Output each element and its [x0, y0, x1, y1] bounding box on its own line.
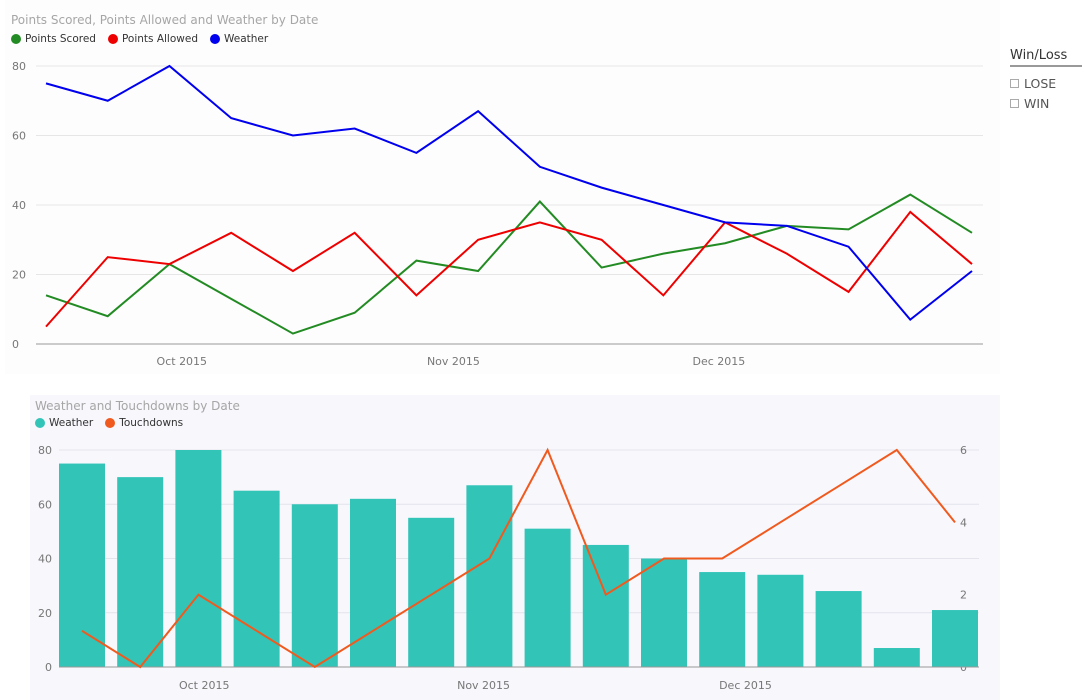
- y-tick-label: 0: [12, 338, 19, 351]
- bar-weather: [291, 504, 338, 667]
- slicer-item-label: WIN: [1024, 95, 1050, 111]
- slicer-item-win[interactable]: WIN: [1010, 93, 1082, 113]
- x-tick-label: Oct 2015: [157, 355, 208, 368]
- y-tick-label: 40: [12, 199, 26, 212]
- y-tick-label: 40: [38, 553, 52, 566]
- slicer-item-label: LOSE: [1024, 75, 1057, 91]
- bar-weather: [175, 450, 222, 667]
- y2-tick-label: 4: [960, 516, 967, 529]
- x-tick-label: Dec 2015: [693, 355, 746, 368]
- y-tick-label: 80: [12, 60, 26, 73]
- y-tick-label: 0: [45, 661, 52, 674]
- bar-weather: [641, 558, 687, 667]
- charts-svg: 0 20 40 60 80 Oct 2015 Nov 2015 Dec 2015 0 20 40 60…: [12, 60, 983, 692]
- slicer-item-lose[interactable]: LOSE: [1010, 73, 1082, 93]
- y-tick-label: 80: [38, 444, 52, 457]
- bar-weather: [699, 572, 746, 667]
- bar-weather: [408, 517, 455, 667]
- series-line-points-scored: [45, 193, 973, 335]
- x-tick-label: Oct 2015: [179, 679, 230, 692]
- bar-weather: [757, 574, 804, 667]
- x-tick-label: Nov 2015: [457, 679, 510, 692]
- bar-weather: [524, 528, 571, 667]
- y2-tick-label: 6: [960, 444, 967, 457]
- bar-weather: [466, 485, 513, 667]
- bar-weather: [582, 544, 629, 667]
- slicer-title: Win/Loss: [1010, 48, 1082, 67]
- checkbox-icon[interactable]: [1010, 78, 1019, 88]
- bar-weather: [117, 477, 164, 667]
- y2-tick-label: 2: [960, 589, 967, 602]
- y-tick-label: 60: [38, 498, 52, 511]
- bar-weather: [59, 463, 105, 667]
- bar-weather: [815, 591, 862, 667]
- y-tick-label: 20: [38, 607, 52, 620]
- x-tick-label: Dec 2015: [719, 679, 772, 692]
- bar-weather: [873, 648, 920, 667]
- y-tick-label: 60: [12, 130, 26, 143]
- bar-weather: [932, 610, 978, 667]
- win-loss-slicer: Win/Loss LOSE WIN: [1010, 48, 1082, 113]
- y-tick-label: 20: [12, 269, 26, 282]
- checkbox-icon[interactable]: [1010, 98, 1019, 108]
- x-tick-label: Nov 2015: [427, 355, 480, 368]
